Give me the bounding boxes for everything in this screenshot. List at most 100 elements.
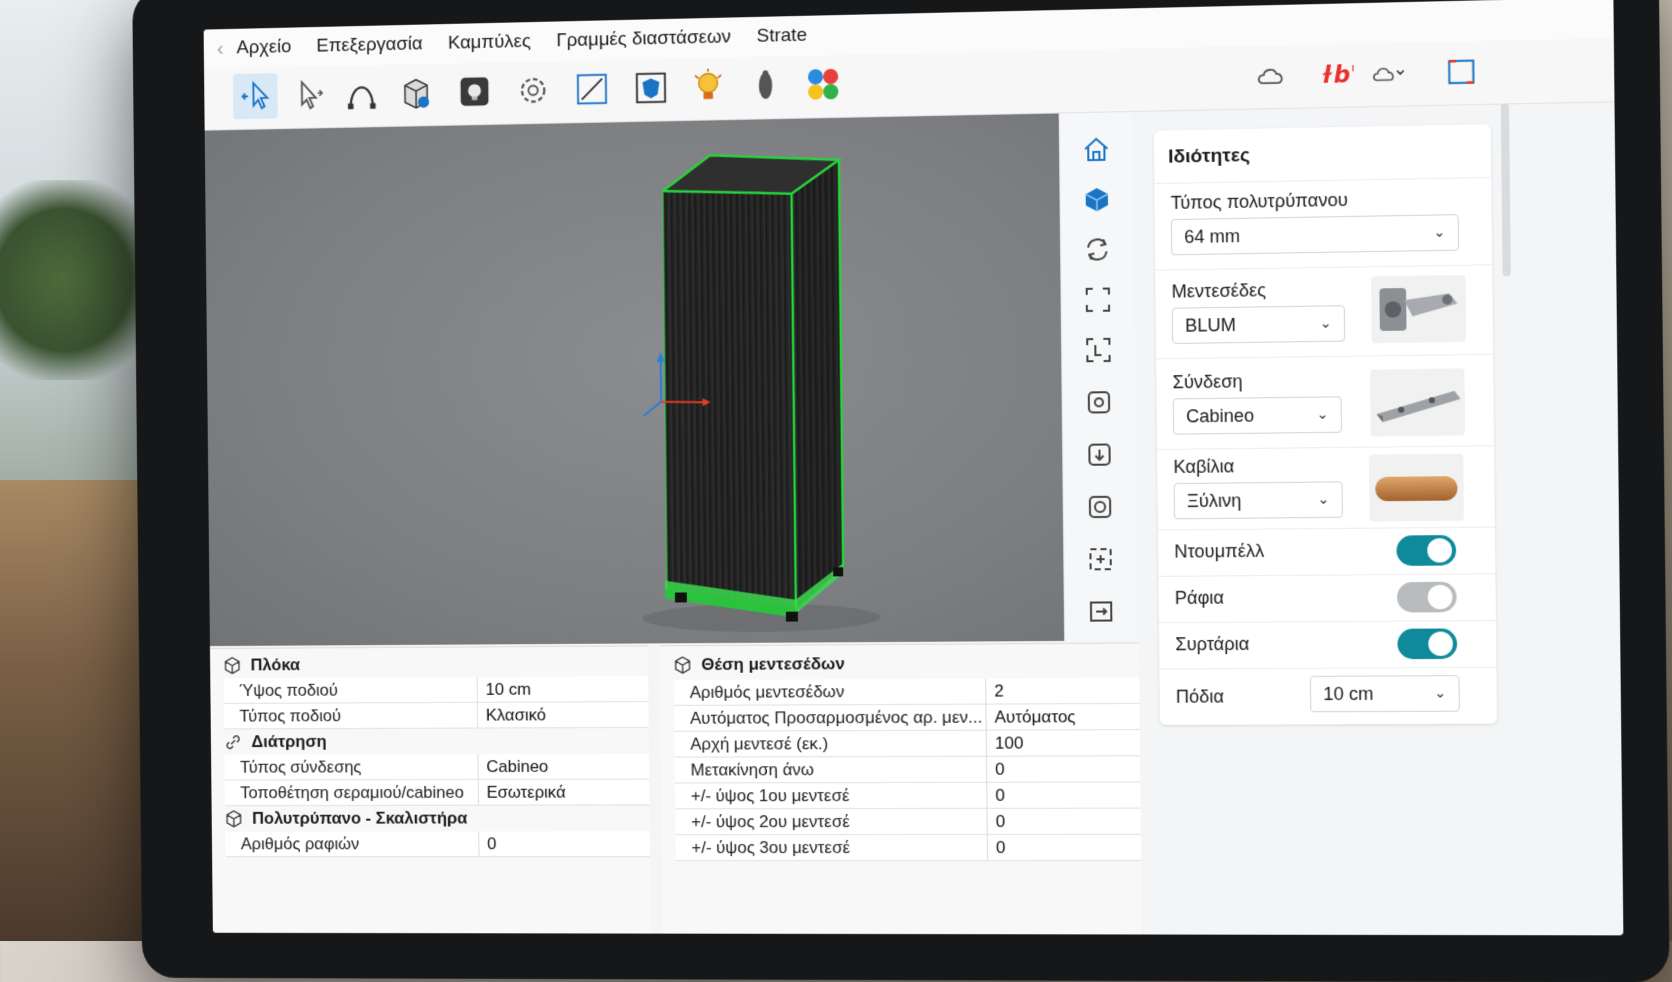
- laptop-bezel: ‹ Αρχείο Επεξεργασία Καμπύλες Γραμμές δι…: [132, 0, 1669, 982]
- toggle-drawers-switch[interactable]: [1397, 628, 1457, 659]
- chevron-down-icon: ⌄: [1317, 491, 1329, 508]
- frame-icon[interactable]: [1078, 279, 1119, 320]
- hinges-select[interactable]: BLUM ⌄: [1172, 305, 1345, 344]
- row-value[interactable]: Cabineo: [478, 754, 548, 779]
- back-chevron-icon[interactable]: ‹: [204, 37, 237, 60]
- row-key: Τύπος σύνδεσης: [225, 754, 479, 779]
- cube-outline-icon: [221, 810, 246, 828]
- row-key: Αριθμός μεντεσέδων: [674, 679, 987, 705]
- table-row[interactable]: +/- ύψος 1ου μεντεσέ 0: [675, 782, 1141, 809]
- polytrypano-value: 64 mm: [1184, 225, 1240, 247]
- fullscreen-icon[interactable]: [1443, 53, 1480, 90]
- table-row[interactable]: Ύψος ποδιού 10 cm: [224, 676, 649, 704]
- row-key: +/- ύψος 3ου μεντεσέ: [675, 835, 988, 860]
- table-row[interactable]: +/- ύψος 3ου μεντεσέ 0: [675, 835, 1141, 861]
- polytrypano-select[interactable]: 64 mm ⌄: [1171, 214, 1459, 255]
- menu-curves[interactable]: Καμπύλες: [448, 31, 531, 55]
- zoom-window-icon[interactable]: [1081, 591, 1122, 632]
- render-icon[interactable]: [452, 68, 497, 114]
- row-key: Μετακίνηση άνω: [675, 757, 988, 783]
- gear-icon[interactable]: [510, 67, 555, 114]
- curve-icon[interactable]: [339, 71, 384, 117]
- cube-outline-icon: [220, 657, 245, 675]
- cloud-sync-icon[interactable]: [1371, 55, 1408, 92]
- light-bulb-icon[interactable]: [685, 63, 731, 110]
- toggle-shelves-switch[interactable]: [1397, 582, 1457, 613]
- section-ploka-title: Πλόκα: [250, 655, 300, 675]
- color-palette-icon[interactable]: [800, 61, 846, 108]
- properties-title: Ιδιότητες: [1168, 145, 1250, 169]
- properties-panel: Ιδιότητες Τύπος πολυτρύπανου 64 mm ⌄ Μεν…: [1154, 124, 1497, 725]
- dowels-select[interactable]: Ξύλινη ⌄: [1174, 481, 1343, 519]
- section-hinge-position[interactable]: Θέση μεντεσέδων: [660, 650, 1139, 679]
- frame-select-icon[interactable]: [1078, 330, 1119, 371]
- zoom-fit-icon[interactable]: [1080, 539, 1121, 580]
- dimension-icon[interactable]: [569, 66, 615, 113]
- section-ploka[interactable]: Πλόκα: [210, 650, 648, 678]
- cabinet-model[interactable]: [205, 113, 1065, 646]
- section-drilling[interactable]: Διάτρηση: [211, 728, 649, 755]
- chevron-down-icon: ⌄: [1316, 406, 1328, 423]
- row-value[interactable]: 2: [986, 678, 1004, 703]
- panel-scrollbar[interactable]: [1501, 103, 1511, 276]
- row-value[interactable]: 0: [987, 783, 1005, 808]
- cabinet-icon[interactable]: [393, 70, 438, 116]
- section-polytrypano-title: Πολυτρύπανο - Σκαλιστήρα: [252, 809, 467, 829]
- svg-text:ɫb': ɫb': [1321, 61, 1354, 88]
- pointer-icon[interactable]: [285, 72, 330, 118]
- row-value[interactable]: 10 cm: [478, 677, 531, 702]
- rotate-icon[interactable]: [1077, 229, 1118, 270]
- toggle-dowel-label: Ντουμπέλλ: [1174, 541, 1264, 563]
- row-value[interactable]: 0: [988, 835, 1006, 860]
- row-value[interactable]: Εσωτερικά: [479, 780, 566, 805]
- menu-dimension-lines[interactable]: Γραμμές διαστάσεων: [556, 26, 731, 52]
- view-side-icon[interactable]: [1080, 487, 1121, 528]
- 3d-viewport[interactable]: [205, 113, 1065, 646]
- shield-icon[interactable]: [628, 65, 674, 112]
- home-icon[interactable]: [1076, 128, 1117, 169]
- hinges-label: Μεντεσέδες: [1172, 280, 1267, 303]
- row-value[interactable]: Αυτόματος: [986, 704, 1075, 729]
- row-value[interactable]: 0: [479, 831, 496, 856]
- section-drilling-title: Διάτρηση: [251, 732, 326, 752]
- row-value[interactable]: 0: [988, 809, 1006, 834]
- row-key: +/- ύψος 1ου μεντεσέ: [675, 783, 988, 809]
- figure-icon[interactable]: [743, 62, 789, 109]
- table-row[interactable]: Τύπος ποδιού Κλασικό: [224, 702, 649, 729]
- section-polytrypano[interactable]: Πολυτρύπανο - Σκαλιστήρα: [212, 805, 650, 831]
- section-hinge-position-title: Θέση μεντεσέδων: [701, 654, 845, 675]
- dowels-value: Ξύλινη: [1187, 490, 1242, 512]
- row-value[interactable]: 100: [987, 731, 1024, 756]
- table-row[interactable]: Αριθμός μεντεσέδων 2: [674, 678, 1140, 706]
- cloud-icon[interactable]: [1252, 57, 1289, 94]
- legs-select[interactable]: 10 cm ⌄: [1310, 675, 1460, 712]
- hinges-value: BLUM: [1185, 314, 1236, 336]
- view-top-icon[interactable]: [1079, 434, 1120, 475]
- link-icon: [220, 733, 245, 751]
- table-row[interactable]: Αριθμός ραφιών 0: [225, 831, 650, 857]
- select-arrow-icon[interactable]: [233, 73, 278, 119]
- table-row[interactable]: Αρχή μεντεσέ (εκ.) 100: [674, 730, 1140, 758]
- toggle-dowel-switch[interactable]: [1396, 535, 1456, 566]
- row-value[interactable]: 0: [987, 757, 1005, 782]
- table-row[interactable]: Τύπος σύνδεσης Cabineo: [225, 754, 650, 781]
- menu-file[interactable]: Αρχείο: [236, 36, 291, 59]
- table-row[interactable]: Μετακίνηση άνω 0: [675, 756, 1141, 783]
- chevron-down-icon: ⌄: [1433, 223, 1445, 240]
- properties-grid-hinges: Θέση μεντεσέδων Αριθμός μεντεσέδων 2 Αυτ…: [660, 642, 1142, 935]
- table-row[interactable]: +/- ύψος 2ου μεντεσέ 0: [675, 809, 1141, 836]
- connection-select[interactable]: Cabineo ⌄: [1173, 396, 1342, 434]
- row-key: Τοποθέτηση σεραμιού/cabineo: [225, 780, 479, 805]
- table-row[interactable]: Τοποθέτηση σεραμιού/cabineo Εσωτερικά: [225, 780, 650, 807]
- view-toolbar: [1059, 112, 1138, 641]
- chevron-down-icon: ⌄: [1320, 314, 1332, 331]
- row-value[interactable]: Κλασικό: [478, 703, 546, 728]
- menu-edit[interactable]: Επεξεργασία: [316, 33, 422, 57]
- menu-strate[interactable]: Strate: [757, 25, 808, 48]
- properties-grid-left: Πλόκα Ύψος ποδιού 10 cm Τύπος ποδιού Κλα…: [210, 645, 651, 934]
- brand-logo-icon[interactable]: ɫb': [1318, 56, 1355, 93]
- table-row[interactable]: Αυτόματος Προσαρμοσμένος αρ. μεν... Αυτό…: [674, 704, 1140, 732]
- view-front-icon[interactable]: [1079, 382, 1120, 423]
- legs-label: Πόδια: [1176, 686, 1224, 707]
- cube-view-icon[interactable]: [1076, 179, 1117, 220]
